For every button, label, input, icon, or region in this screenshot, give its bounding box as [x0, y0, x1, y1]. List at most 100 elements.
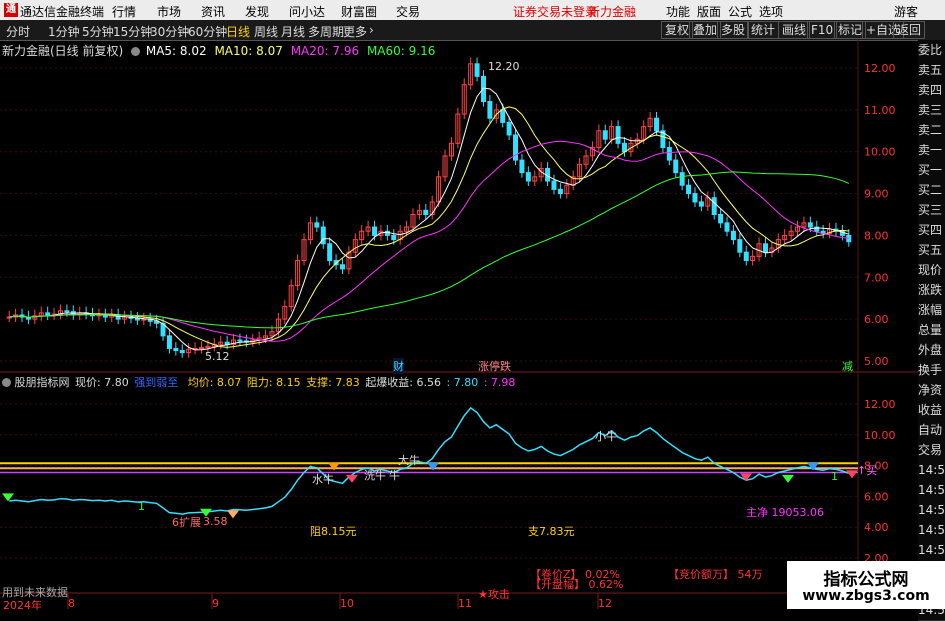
sidebar-item[interactable]: 买四	[918, 220, 945, 241]
ma60-value: MA60: 9.16	[366, 44, 436, 58]
chevron-right-icon[interactable]: ›	[369, 23, 374, 37]
sidebar-item[interactable]: 外盘	[918, 340, 945, 361]
label-one-a: 1	[138, 500, 145, 513]
candle-body	[730, 230, 736, 241]
timeline-12: 12	[598, 597, 612, 610]
menu-wenxiaoda[interactable]: 问小达	[289, 3, 325, 20]
btn-duogu[interactable]: 多股	[717, 21, 750, 39]
sidebar-item[interactable]: 换手	[918, 360, 945, 381]
sidebar-item[interactable]: 买一	[918, 160, 945, 181]
label-zhujing: 主净 19053.06	[746, 506, 824, 519]
sidebar-item[interactable]: 卖一	[918, 140, 945, 161]
sidebar-item[interactable]: 涨跌	[918, 280, 945, 301]
label-358: 3.58	[203, 515, 228, 528]
candle-body	[519, 159, 525, 174]
menu-gongshi[interactable]: 公式	[728, 3, 752, 20]
menu-gongneng[interactable]: 功能	[666, 3, 690, 20]
period-60min[interactable]: 60分钟	[188, 23, 227, 40]
candle-body	[166, 335, 172, 349]
period-multi[interactable]: 多周期	[308, 23, 344, 40]
menu-caifuquan[interactable]: 财富圈	[341, 3, 377, 20]
signal-diamond-icon	[427, 462, 439, 471]
timeline-year: 2024年	[3, 599, 42, 612]
btn-f10[interactable]: F10	[807, 21, 838, 39]
menu-banmian[interactable]: 版面	[697, 3, 721, 20]
candle-body	[686, 184, 692, 195]
sidebar-item[interactable]: 总量	[918, 320, 945, 341]
sidebar-item[interactable]: 卖四	[918, 80, 945, 101]
settings-circle-icon[interactable]	[131, 47, 141, 56]
sidebar-item[interactable]: 现价	[918, 260, 945, 281]
sidebar-item[interactable]: 买三	[918, 200, 945, 221]
ma20-line	[9, 140, 849, 342]
note-jingjiae: 【竞价额万】 54万	[668, 568, 763, 581]
signal-diamond-icon	[328, 462, 340, 471]
sidebar-item[interactable]: 净资	[918, 380, 945, 401]
candle-body	[737, 239, 743, 253]
sidebar-item[interactable]: 自动	[918, 420, 945, 441]
ma10-value: MA10: 8.07	[214, 44, 283, 58]
candle-body	[718, 214, 724, 224]
signal-diamond-icon	[782, 474, 794, 483]
period-monthly[interactable]: 月线	[281, 23, 305, 40]
chart-canvas[interactable]: 12.00 11.00 10.00 9.00 8.00 7.00 6.00 5.00 12.0…	[0, 40, 945, 609]
menu-hangqing[interactable]: 行情	[112, 3, 136, 20]
candle-body	[198, 347, 204, 350]
sidebar-item[interactable]: 14:56	[918, 520, 945, 541]
sidebar-item[interactable]: 卖二	[918, 120, 945, 141]
period-more[interactable]: 更多	[343, 23, 367, 40]
period-toolbar: 分时 1分钟 5分钟 15分钟 30分钟 60分钟 日线 周线 月线 多周期 更…	[0, 20, 945, 41]
candle-body	[372, 226, 378, 236]
timeline-8: 8	[68, 597, 75, 610]
indicator-settings-icon[interactable]	[2, 378, 11, 387]
period-fenshi[interactable]: 分时	[6, 23, 30, 40]
event-cai[interactable]: 财	[393, 358, 404, 374]
sidebar-item[interactable]: 收益	[918, 400, 945, 421]
period-30min[interactable]: 30分钟	[150, 23, 189, 40]
sidebar-item[interactable]: 买五	[918, 240, 945, 261]
sidebar-item[interactable]: 交易	[918, 440, 945, 461]
sidebar-item[interactable]: 14:56	[918, 540, 945, 561]
candle-body	[654, 117, 660, 132]
label-niu: 牛	[389, 469, 400, 482]
event-zhangting[interactable]: 涨停跌	[478, 358, 511, 374]
btn-tongji[interactable]: 统计	[747, 21, 780, 39]
label-zu: 阻8.15元	[310, 525, 357, 538]
ma60-line	[9, 171, 849, 329]
sidebar-item[interactable]: 委比	[918, 40, 945, 61]
sidebar-item[interactable]: 卖三	[918, 100, 945, 121]
menu-zixun[interactable]: 资讯	[201, 3, 225, 20]
login-status-alert[interactable]: 证券交易未登录	[513, 3, 597, 20]
watermark-line1: 指标公式网	[823, 570, 909, 590]
event-jian[interactable]: 减	[842, 358, 853, 374]
candlesticks	[6, 57, 852, 358]
candle-body	[64, 310, 70, 313]
guest-login[interactable]: 游客	[894, 3, 918, 20]
menu-faxian[interactable]: 发现	[245, 3, 269, 20]
main-tick-label: 7.00	[864, 271, 889, 284]
menu-shichang[interactable]: 市场	[157, 3, 181, 20]
candle-body	[615, 126, 621, 144]
period-1min[interactable]: 1分钟	[48, 23, 80, 40]
candle-body	[339, 264, 345, 270]
menu-jiaoyi[interactable]: 交易	[396, 3, 420, 20]
sidebar-item[interactable]: 14:56	[918, 480, 945, 501]
label-kuozhan: 6扩展	[172, 516, 201, 529]
signal-diamond-icon	[227, 510, 239, 519]
sidebar-item[interactable]: 14:56	[918, 460, 945, 481]
timeline-axis	[67, 593, 599, 609]
sidebar-item[interactable]: 卖五	[918, 60, 945, 81]
menu-xuanxiang[interactable]: 选项	[759, 3, 783, 20]
indicator-info-line: 股朋指标网 现价: 7.80 强到弱至 均价: 8.07 阻力: 8.15 支撑…	[2, 374, 515, 390]
sidebar-item[interactable]: 涨幅	[918, 300, 945, 321]
app-logo-icon: 通	[4, 3, 18, 17]
period-15min[interactable]: 15分钟	[113, 23, 152, 40]
btn-huaxian[interactable]: 画线	[778, 21, 811, 39]
candle-body	[423, 209, 429, 215]
period-daily[interactable]: 日线	[226, 23, 250, 40]
sidebar-item[interactable]: 买二	[918, 180, 945, 201]
period-5min[interactable]: 5分钟	[82, 23, 114, 40]
period-weekly[interactable]: 周线	[254, 23, 278, 40]
btn-fanhui[interactable]: 返回	[893, 21, 926, 39]
sidebar-item[interactable]: 14:56	[918, 500, 945, 521]
